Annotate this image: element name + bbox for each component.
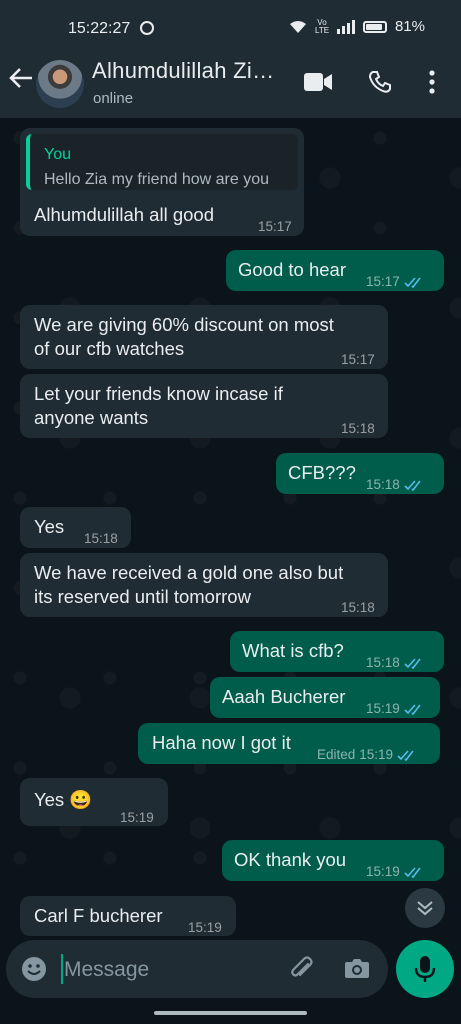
- message-time: 15:18: [366, 651, 424, 675]
- message-text-line: anyone wants: [34, 407, 149, 428]
- contact-status: online: [93, 90, 134, 107]
- quote-author: You: [44, 146, 71, 163]
- message-text: Carl F bucherer: [34, 905, 163, 926]
- double-check-icon: [404, 657, 421, 669]
- message-text: Yes: [34, 516, 65, 537]
- volte-label: Vo LTE: [314, 17, 330, 35]
- message-text: Aaah Bucherer: [222, 686, 346, 707]
- message-text: Alhumdulillah all good: [34, 204, 214, 225]
- message-text-line: We are giving 60% discount on most: [34, 314, 334, 335]
- chevron-double-down-icon: [417, 901, 433, 916]
- double-check-icon: [397, 749, 414, 761]
- message-outgoing[interactable]: Aaah Bucherer 15:19: [210, 677, 440, 718]
- double-check-icon: [404, 703, 421, 715]
- message-text: Good to hear: [238, 259, 346, 280]
- message-incoming[interactable]: Yes 😀 15:19: [20, 778, 168, 826]
- message-outgoing[interactable]: What is cfb? 15:18: [230, 631, 444, 672]
- message-outgoing[interactable]: Good to hear 15:17: [226, 250, 444, 291]
- message-time: 15:18: [341, 600, 375, 615]
- more-vertical-icon[interactable]: [428, 70, 436, 94]
- quoted-message[interactable]: You Hello Zia my friend how are you: [26, 134, 298, 190]
- avatar[interactable]: [36, 60, 84, 108]
- message-text: Haha now I got it: [152, 732, 291, 753]
- message-outgoing[interactable]: OK thank you 15:19: [222, 840, 444, 881]
- message-time: 15:18: [341, 421, 375, 436]
- message-text-line: We have received a gold one also but: [34, 562, 344, 583]
- message-text: Yes 😀: [34, 789, 93, 810]
- microphone-icon: [414, 956, 436, 982]
- double-check-icon: [404, 479, 421, 491]
- battery-percent: 81%: [394, 18, 425, 35]
- home-indicator[interactable]: [154, 1011, 307, 1015]
- message-incoming[interactable]: We have received a gold one also but its…: [20, 553, 388, 617]
- double-check-icon: [404, 276, 421, 288]
- paperclip-icon[interactable]: [288, 955, 316, 983]
- message-time: 15:17: [341, 352, 375, 367]
- message-incoming[interactable]: We are giving 60% discount on most of ou…: [20, 305, 388, 369]
- scroll-to-bottom-button[interactable]: [405, 888, 445, 928]
- message-input[interactable]: [62, 954, 266, 986]
- message-time: 15:19: [188, 920, 222, 935]
- voice-record-button[interactable]: [396, 940, 454, 998]
- text-cursor: [61, 954, 63, 984]
- message-composer: [6, 940, 388, 998]
- emoji-icon[interactable]: [21, 956, 47, 982]
- double-check-icon: [404, 866, 421, 878]
- video-call-icon[interactable]: [304, 73, 332, 91]
- message-time: 15:19: [120, 810, 154, 825]
- message-time: 15:19: [366, 697, 424, 721]
- contact-name[interactable]: Alhumdulillah Zi…: [92, 58, 274, 84]
- chat-header: Alhumdulillah Zi… online: [0, 36, 461, 118]
- message-incoming[interactable]: Let your friends know incase if anyone w…: [20, 374, 388, 438]
- camera-icon[interactable]: [344, 957, 370, 979]
- signal-icon: [336, 19, 355, 34]
- message-outgoing[interactable]: Haha now I got it Edited 15:19: [138, 723, 440, 764]
- message-text: OK thank you: [234, 849, 347, 870]
- message-incoming[interactable]: Yes 15:18: [20, 507, 131, 548]
- message-time: 15:17: [366, 270, 424, 294]
- phone-icon[interactable]: [368, 70, 392, 94]
- message-text: What is cfb?: [242, 640, 344, 661]
- wifi-icon: [289, 20, 306, 33]
- message-text-line: its reserved until tomorrow: [34, 586, 251, 607]
- quote-text: Hello Zia my friend how are you: [44, 171, 269, 188]
- message-time: 15:18: [84, 531, 118, 546]
- whatsapp-notification-icon: [140, 21, 154, 35]
- status-indicators: Vo LTE 81%: [289, 18, 425, 35]
- arrow-left-icon[interactable]: [8, 66, 34, 90]
- message-time: 15:17: [258, 219, 292, 234]
- message-incoming[interactable]: Carl F bucherer 15:19: [20, 896, 236, 936]
- message-incoming[interactable]: You Hello Zia my friend how are you Alhu…: [20, 128, 304, 236]
- message-time: 15:18: [366, 473, 424, 497]
- message-time: 15:19: [366, 860, 424, 884]
- message-text-line: of our cfb watches: [34, 338, 185, 359]
- battery-icon: [362, 20, 387, 33]
- message-text: CFB???: [288, 462, 356, 483]
- message-text-line: Let your friends know incase if: [34, 383, 283, 404]
- edited-label: Edited: [317, 747, 356, 762]
- message-outgoing[interactable]: CFB??? 15:18: [276, 453, 444, 494]
- message-time: Edited 15:19: [317, 743, 417, 767]
